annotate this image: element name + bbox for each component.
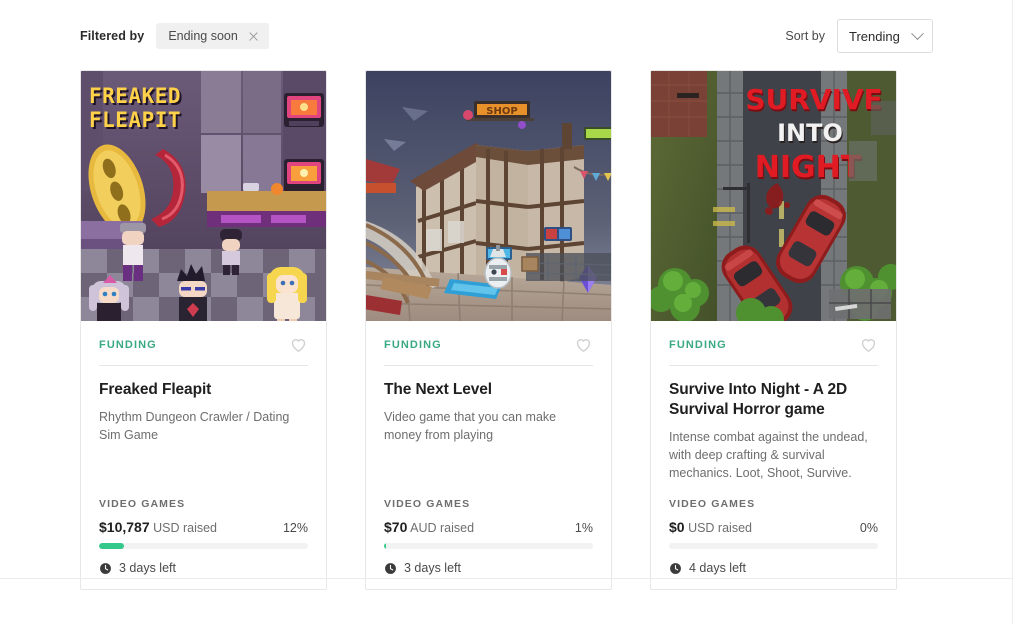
project-time-left: 4 days left: [669, 561, 878, 575]
project-card-body: FUNDING The Next Level Video game that y…: [366, 321, 611, 589]
close-icon[interactable]: [248, 31, 259, 42]
project-card-body: FUNDING Survive Into Night - A 2D Surviv…: [651, 321, 896, 589]
project-title: Survive Into Night - A 2D Survival Horro…: [669, 381, 848, 418]
project-raised-group: $70 AUD raised: [384, 519, 474, 535]
svg-text:FREAKED: FREAKED: [89, 84, 181, 108]
sort-by-label: Sort by: [785, 29, 825, 43]
project-status-tag: FUNDING: [384, 338, 442, 351]
divider: [99, 365, 308, 366]
divider: [669, 365, 878, 366]
svg-text:NIGHT: NIGHT: [755, 150, 862, 185]
svg-text:SURVIVE: SURVIVE: [745, 83, 882, 116]
project-raised-group: $0 USD raised: [669, 519, 752, 535]
project-percent-funded: 1%: [574, 521, 593, 536]
tudor-town-artwork: SHOP: [366, 71, 611, 321]
project-category: VIDEO GAMES: [99, 498, 186, 511]
progress-bar: [669, 543, 878, 550]
project-currency-label: USD raised: [688, 521, 752, 536]
project-percent-funded: 0%: [859, 521, 878, 536]
project-tag-row: FUNDING: [99, 335, 308, 354]
filtered-by-label: Filtered by: [80, 29, 145, 43]
filter-controls: Filtered by Ending soon: [80, 23, 269, 49]
heart-icon[interactable]: [859, 335, 878, 354]
project-status-tag: FUNDING: [99, 338, 157, 351]
project-raised-group: $10,787 USD raised: [99, 519, 217, 535]
project-title: The Next Level: [384, 381, 493, 398]
sort-select-value: Trending: [849, 28, 900, 44]
project-currency-label: USD raised: [153, 521, 218, 536]
filter-chip-ending-soon[interactable]: Ending soon: [156, 23, 269, 49]
project-time-left: 3 days left: [384, 561, 593, 575]
content-container-edge: [1012, 0, 1013, 624]
project-amount-raised: $70: [384, 519, 408, 536]
project-category: VIDEO GAMES: [669, 498, 756, 511]
heart-icon[interactable]: [574, 335, 593, 354]
svg-text:SHOP: SHOP: [486, 106, 517, 117]
project-thumbnail[interactable]: SHOP: [366, 71, 611, 321]
project-title: Freaked Fleapit: [99, 381, 212, 398]
project-raised-row: $70 AUD raised 1%: [384, 519, 593, 535]
project-description: Video game that you can make money from …: [384, 409, 557, 443]
crowdfunding-browse-page: Filtered by Ending soon Sort by Trending: [0, 0, 1024, 624]
svg-text:FLEAPIT: FLEAPIT: [89, 108, 181, 132]
filter-chip-label: Ending soon: [168, 29, 238, 43]
progress-bar: [384, 543, 593, 550]
project-category: VIDEO GAMES: [384, 498, 471, 511]
project-tag-row: FUNDING: [669, 335, 878, 354]
project-currency-label: AUD raised: [410, 521, 475, 536]
progress-bar-fill: [384, 543, 387, 550]
sort-select[interactable]: Trending: [837, 19, 933, 53]
project-status-tag: FUNDING: [669, 338, 727, 351]
project-time-left: 3 days left: [99, 561, 308, 575]
project-amount-raised: $0: [669, 519, 685, 536]
progress-bar: [99, 543, 308, 550]
project-raised-row: $10,787 USD raised 12%: [99, 519, 308, 535]
section-divider: [0, 578, 1013, 579]
project-description: Intense combat against the undead, with …: [669, 429, 868, 481]
divider: [384, 365, 593, 366]
project-tag-row: FUNDING: [384, 335, 593, 354]
project-percent-funded: 12%: [282, 521, 308, 536]
svg-text:INTO: INTO: [777, 119, 843, 147]
clock-icon: [670, 562, 681, 574]
project-thumbnail[interactable]: SURVIVE SURVIVE INTO INTO NIGHT NIGHT: [651, 71, 896, 321]
survive-night-artwork: SURVIVE SURVIVE INTO INTO NIGHT NIGHT: [651, 71, 896, 321]
project-card-grid: FREAKED FREAKED FLEAPIT FLEAPIT FUNDING …: [80, 70, 897, 591]
project-amount-raised: $10,787: [99, 519, 150, 536]
project-time-left-text: 3 days left: [119, 561, 176, 576]
project-time-left-text: 3 days left: [404, 561, 461, 576]
project-thumbnail[interactable]: FREAKED FREAKED FLEAPIT FLEAPIT: [81, 71, 326, 321]
pixel-arcade-artwork: FREAKED FREAKED FLEAPIT FLEAPIT: [81, 71, 326, 321]
heart-icon[interactable]: [289, 335, 308, 354]
chevron-down-icon: [911, 26, 924, 40]
project-time-left-text: 4 days left: [689, 561, 746, 576]
progress-bar-fill: [99, 543, 125, 550]
project-card-body: FUNDING Freaked Fleapit Rhythm Dungeon C…: [81, 321, 326, 589]
clock-icon: [100, 562, 111, 574]
filter-bar: Filtered by Ending soon Sort by Trending: [0, 0, 1013, 72]
project-raised-row: $0 USD raised 0%: [669, 519, 878, 535]
clock-icon: [385, 562, 396, 574]
project-card[interactable]: FREAKED FREAKED FLEAPIT FLEAPIT FUNDING …: [80, 70, 327, 591]
project-description: Rhythm Dungeon Crawler / Dating Sim Game: [99, 409, 290, 443]
project-card[interactable]: SHOP FUNDING The Next Level Video game t…: [365, 70, 612, 591]
sort-controls: Sort by Trending: [785, 19, 933, 53]
project-card[interactable]: SURVIVE SURVIVE INTO INTO NIGHT NIGHT FU…: [650, 70, 897, 591]
